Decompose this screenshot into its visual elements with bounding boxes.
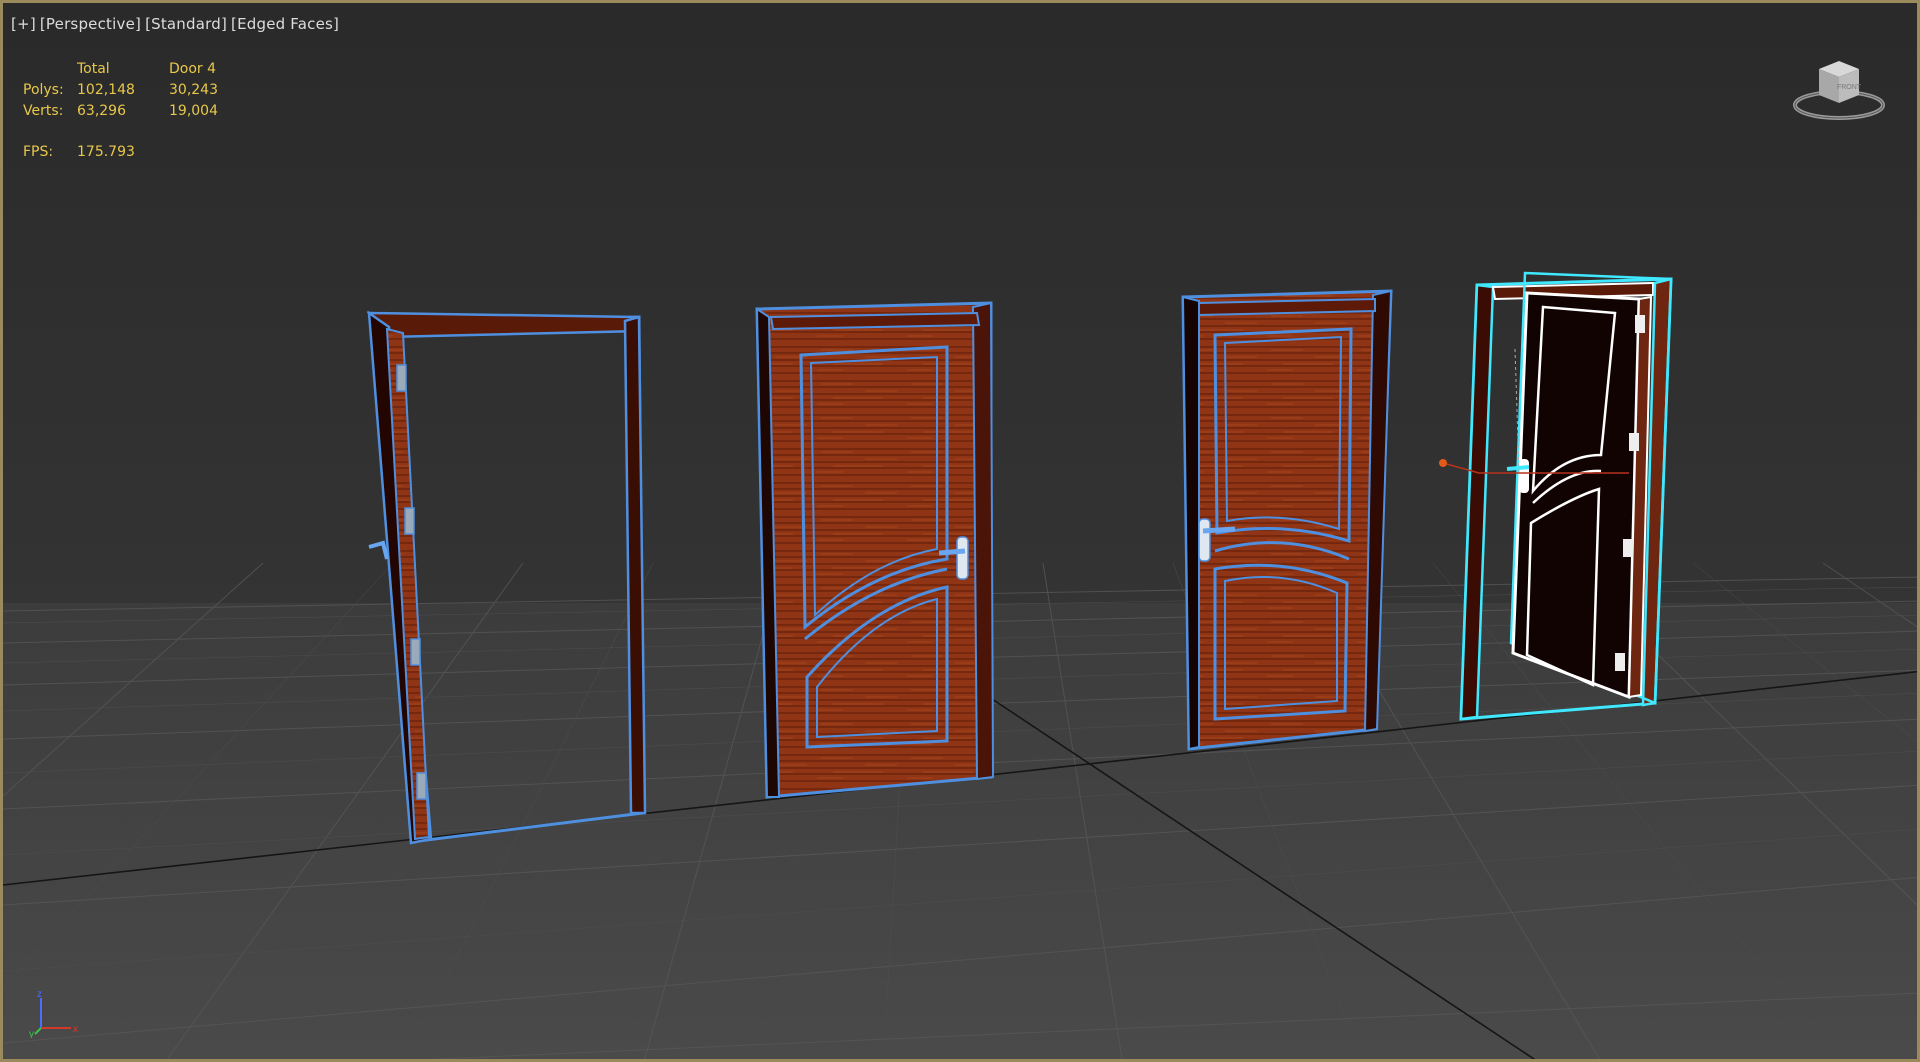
polys-total: 102,148 <box>77 81 135 98</box>
fps-value: 175.793 <box>77 143 135 160</box>
viewport-shading-menu[interactable]: [Standard] <box>145 15 227 33</box>
door-2[interactable] <box>755 301 995 799</box>
door-3[interactable] <box>1181 289 1393 751</box>
verts-selected: 19,004 <box>169 102 218 119</box>
viewport-statistics: Total Door 4 Polys: 102,148 30,243 Verts… <box>23 58 259 162</box>
viewport-general-menu[interactable]: [+] <box>11 15 36 33</box>
stats-verts-row: Verts: 63,296 19,004 <box>23 100 259 121</box>
axis-y-label: y <box>29 1029 34 1038</box>
stats-col-selected: Door 4 <box>169 60 217 77</box>
viewcube[interactable]: FRONT <box>1791 55 1887 125</box>
verts-label: Verts: <box>23 102 64 119</box>
verts-total: 63,296 <box>77 102 126 119</box>
door-4-selected[interactable] <box>1439 271 1673 721</box>
viewport-scene[interactable] <box>3 3 1920 1062</box>
axis-x-label: x <box>73 1024 78 1035</box>
axis-z-label: z <box>37 989 42 1000</box>
viewport-label-menu[interactable]: [+] [Perspective] [Standard] [Edged Face… <box>11 15 339 33</box>
viewport-display-mode-menu[interactable]: [Edged Faces] <box>231 15 339 33</box>
fps-label: FPS: <box>23 143 54 160</box>
stats-fps-row: FPS: 175.793 <box>23 141 259 162</box>
perspective-viewport[interactable]: [+] [Perspective] [Standard] [Edged Face… <box>0 0 1920 1062</box>
polys-label: Polys: <box>23 81 64 98</box>
stats-col-total: Total <box>77 60 110 77</box>
axis-tripod-icon: z x y <box>29 989 78 1038</box>
polys-selected: 30,243 <box>169 81 218 98</box>
stats-polys-row: Polys: 102,148 30,243 <box>23 79 259 100</box>
viewport-point-of-view-menu[interactable]: [Perspective] <box>40 15 141 33</box>
stats-header-row: Total Door 4 <box>23 58 259 79</box>
viewcube-front-label: FRONT <box>1837 84 1862 91</box>
